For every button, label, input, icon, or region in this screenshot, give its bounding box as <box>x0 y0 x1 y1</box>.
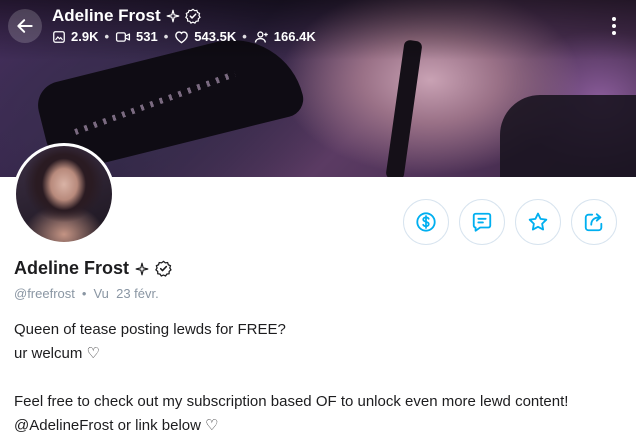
more-dot <box>612 24 616 28</box>
verified-icon <box>184 8 201 24</box>
profile-handle: @freefrost <box>14 286 75 301</box>
stat-value: 543.5K <box>194 29 237 44</box>
bio-line: ur welcum ♡ <box>14 345 100 362</box>
header-title: Adeline Frost <box>52 6 201 26</box>
stat-likes: 543.5K <box>174 29 236 44</box>
profile-meta: @freefrost • Vu 23 févr. <box>14 286 159 301</box>
profile-name-row: Adeline Frost <box>14 258 172 279</box>
sparkle-icon <box>135 262 149 275</box>
stat-value: 531 <box>136 29 158 44</box>
more-dot <box>612 31 616 35</box>
fans-icon <box>254 30 268 43</box>
verified-icon <box>155 260 172 277</box>
separator: • <box>81 286 87 301</box>
star-icon <box>528 212 548 231</box>
tip-button[interactable] <box>403 199 449 245</box>
bio-spacer <box>14 366 624 390</box>
header-name: Adeline Frost <box>52 6 161 25</box>
stat-value: 166.4K <box>273 29 316 44</box>
header-stats: 2.9K • 531 • 543.5K • 166.4K <box>52 29 316 44</box>
more-options-button[interactable] <box>604 12 624 40</box>
sparkle-icon <box>166 9 180 23</box>
video-icon <box>115 31 131 42</box>
more-dot <box>612 17 616 21</box>
stat-videos: 531 <box>115 29 158 44</box>
share-button[interactable] <box>571 199 617 245</box>
stat-photos: 2.9K <box>52 29 98 44</box>
bio-line: Queen of tease posting lewds for FREE? <box>14 321 286 338</box>
profile-actions <box>403 199 617 245</box>
favorite-button[interactable] <box>515 199 561 245</box>
dollar-icon <box>416 212 436 232</box>
cover-decor <box>500 95 636 177</box>
avatar[interactable] <box>13 143 115 245</box>
separator: • <box>104 29 110 44</box>
bio-line: @AdelineFrost or link below ♡ <box>14 417 219 434</box>
profile-name: Adeline Frost <box>14 258 130 278</box>
cover-image <box>0 0 636 177</box>
heart-icon <box>175 30 189 43</box>
image-icon <box>53 30 65 43</box>
cover-decor <box>385 39 423 177</box>
message-button[interactable] <box>459 199 505 245</box>
separator: • <box>163 29 169 44</box>
stat-fans: 166.4K <box>253 29 316 44</box>
profile-bio: Queen of tease posting lewds for FREE? u… <box>14 318 624 438</box>
separator: • <box>242 29 247 44</box>
last-seen: Vu 23 févr. <box>93 286 159 301</box>
message-icon <box>472 212 492 232</box>
bio-line: Feel free to check out my subscription b… <box>14 393 569 410</box>
share-icon <box>584 213 603 232</box>
back-button[interactable] <box>8 9 42 43</box>
arrow-left-icon <box>17 19 33 33</box>
stat-value: 2.9K <box>71 29 99 44</box>
